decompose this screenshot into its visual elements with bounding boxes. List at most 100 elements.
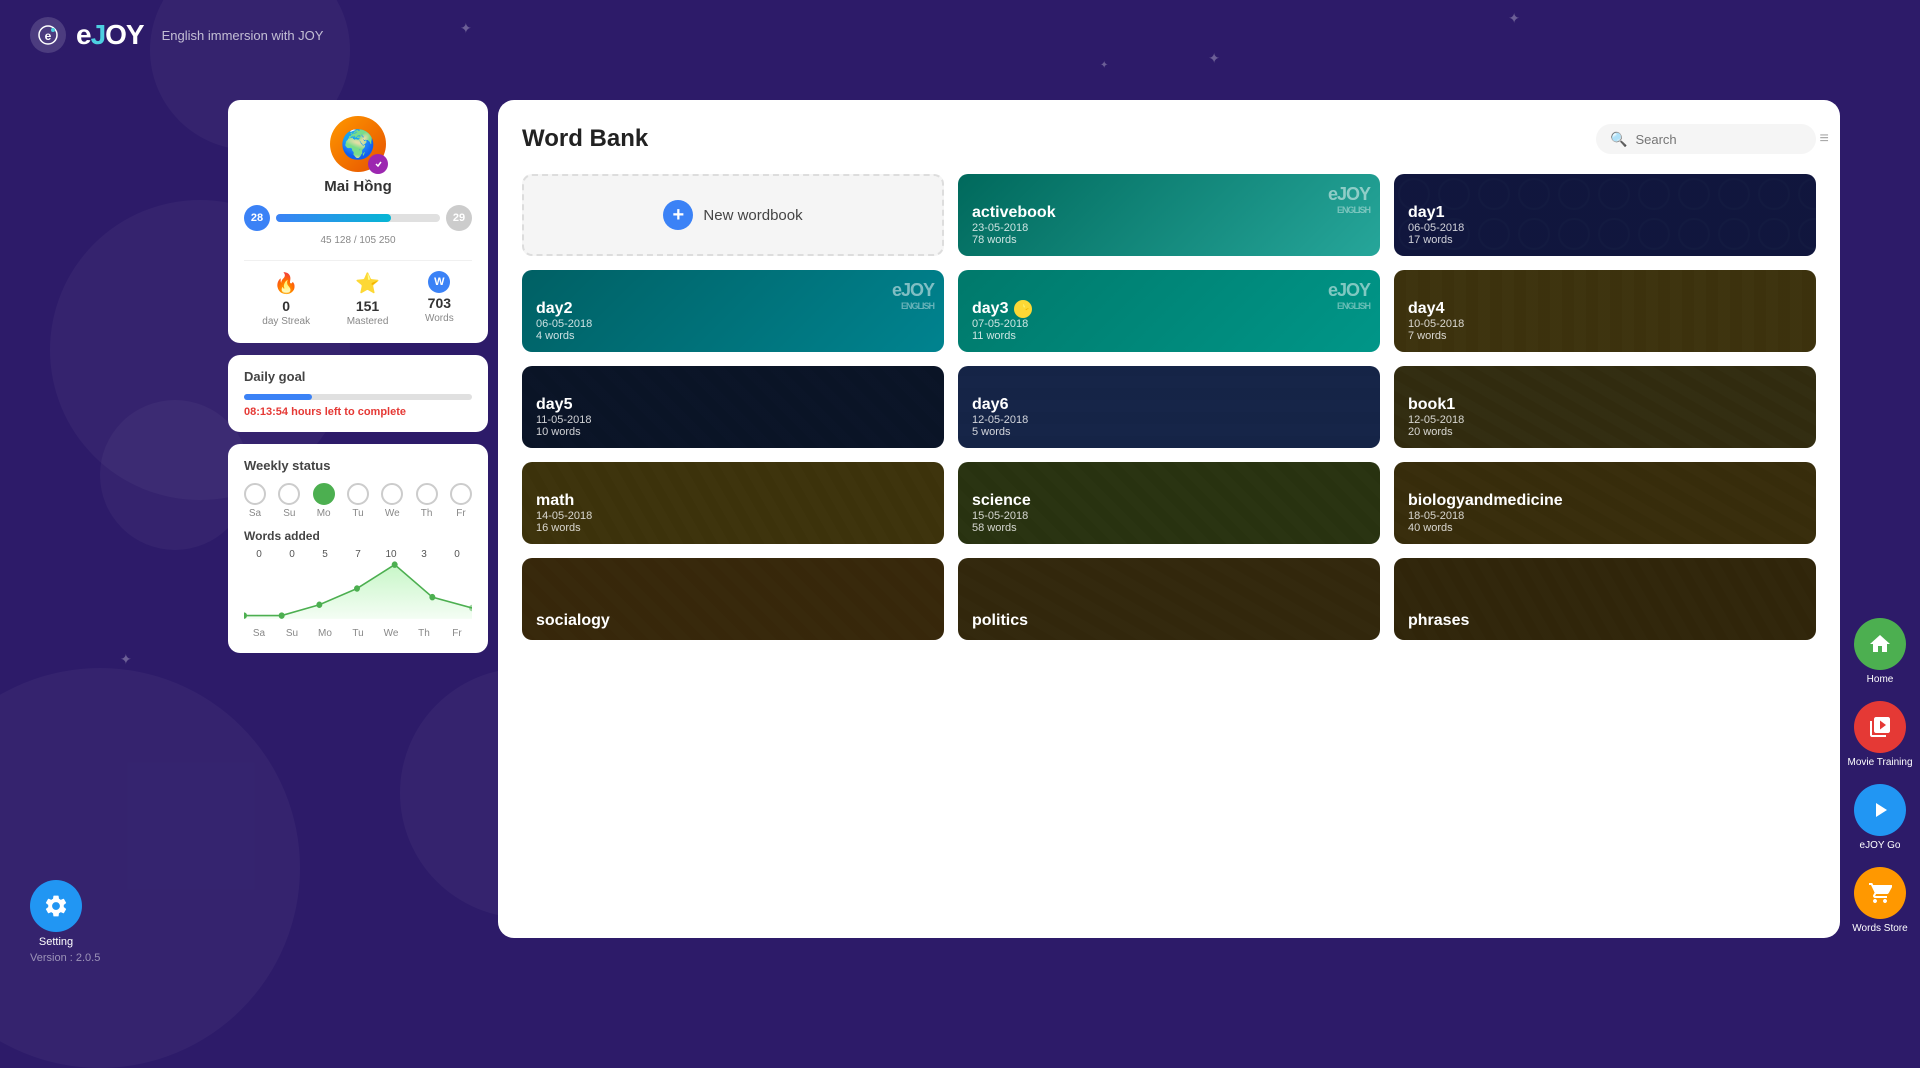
wordbook-biologyandmedicine[interactable]: biologyandmedicine 18-05-2018 40 words (1394, 462, 1816, 544)
level-current-badge: 28 (244, 205, 270, 231)
wordbook-science[interactable]: science 15-05-2018 58 words (958, 462, 1380, 544)
day-tu: Tu (347, 483, 369, 519)
wb-words-day5: 10 words (536, 426, 930, 438)
profile-card: 🌍 Mai Hồng 28 29 45 128 / 105 250 🔥 (228, 100, 488, 343)
wordbook-phrases[interactable]: phrases (1394, 558, 1816, 640)
circle-mo (313, 483, 335, 505)
nav-ejoy-go[interactable]: eJOY Go (1850, 780, 1910, 855)
wb-date-math: 14-05-2018 (536, 510, 930, 522)
wordbook-day1[interactable]: day1 06-05-2018 17 words (1394, 174, 1816, 256)
nav-home[interactable]: Home (1850, 614, 1910, 689)
day-su: Su (278, 483, 300, 519)
logo-tagline: English immersion with JOY (162, 28, 324, 43)
wb-words-math: 16 words (536, 522, 930, 534)
wb-date-activebook: 23-05-2018 (972, 222, 1366, 234)
wb-title-science: science (972, 492, 1366, 510)
avatar-container: 🌍 (330, 116, 386, 172)
wb-words-day3: 11 words (972, 330, 1366, 342)
daily-goal-card: Daily goal 08:13:54 hours left to comple… (228, 355, 488, 432)
wb-words-book1: 20 words (1408, 426, 1802, 438)
wordbook-grid: + New wordbook eJOYENGLISH activebook 23… (522, 174, 1816, 640)
daily-goal-title: Daily goal (244, 369, 472, 384)
wordbook-day4[interactable]: day4 10-05-2018 7 words (1394, 270, 1816, 352)
wordbook-math[interactable]: math 14-05-2018 16 words (522, 462, 944, 544)
nav-words-store[interactable]: Words Store (1848, 863, 1911, 938)
wb-title-phrases: phrases (1408, 612, 1802, 630)
wb-date-science: 15-05-2018 (972, 510, 1366, 522)
wb-title-day5: day5 (536, 396, 930, 414)
profile-name: Mai Hồng (324, 178, 392, 195)
wb-words-day4: 7 words (1408, 330, 1802, 342)
wb-content-day4: day4 10-05-2018 7 words (1394, 290, 1816, 352)
wordbook-socialogy[interactable]: socialogy (522, 558, 944, 640)
wb-content-phrases: phrases (1394, 602, 1816, 640)
wb-words-science: 58 words (972, 522, 1366, 534)
wordbook-activebook[interactable]: eJOYENGLISH activebook 23-05-2018 78 wor… (958, 174, 1380, 256)
mastered-stat: ⭐ 151 Mastered (347, 271, 389, 327)
version-text: Version : 2.0.5 (30, 952, 100, 964)
svg-text:e: e (45, 29, 52, 43)
wb-date-biologyandmedicine: 18-05-2018 (1408, 510, 1802, 522)
wb-content-activebook: activebook 23-05-2018 78 words (958, 194, 1380, 256)
logo-name: eJOY (76, 19, 144, 51)
menu-icon[interactable]: ≡ (1819, 130, 1828, 148)
wb-content-day1: day1 06-05-2018 17 words (1394, 194, 1816, 256)
mastered-number: 151 (356, 298, 379, 314)
wb-words-activebook: 78 words (972, 234, 1366, 246)
circle-sa (244, 483, 266, 505)
goal-time: 08:13:54 hours left to complete (244, 406, 472, 418)
goal-fill (244, 394, 312, 400)
day3-star-icon: ⭐ (1014, 300, 1032, 318)
words-store-label: Words Store (1852, 923, 1907, 934)
wb-title-activebook: activebook (972, 204, 1366, 222)
day-we: We (381, 483, 403, 519)
wb-date-day3: 07-05-2018 (972, 318, 1366, 330)
wordbook-day6[interactable]: day6 12-05-2018 5 words (958, 366, 1380, 448)
right-sidebar: Home Movie Training eJOY Go Words Store (1840, 0, 1920, 968)
wb-date-day4: 10-05-2018 (1408, 318, 1802, 330)
plus-icon: + (663, 200, 693, 230)
days-row: Sa Su Mo Tu We Th (244, 483, 472, 519)
goal-time-label: hours left to complete (291, 406, 406, 418)
circle-fr (450, 483, 472, 505)
stats-row: 🔥 0 day Streak ⭐ 151 Mastered W 703 Word… (244, 260, 472, 327)
wordbook-day5[interactable]: day5 11-05-2018 10 words (522, 366, 944, 448)
day-mo: Mo (313, 483, 335, 519)
chart-day-labels: Sa Su Mo Tu We Th Fr (244, 628, 472, 639)
wb-title-math: math (536, 492, 930, 510)
search-bar[interactable]: 🔍 ≡ (1596, 124, 1816, 154)
day-th: Th (416, 483, 438, 519)
wb-date-day2: 06-05-2018 (536, 318, 930, 330)
circle-tu (347, 483, 369, 505)
wb-title-day3: day3 (972, 300, 1008, 318)
wb-title-day4: day4 (1408, 300, 1802, 318)
wordbook-day2[interactable]: eJOYENGLISH day2 06-05-2018 4 words (522, 270, 944, 352)
xp-fill (276, 214, 391, 222)
goal-time-value: 08:13:54 (244, 406, 288, 418)
chart-container: 0 0 5 7 10 3 0 (244, 549, 472, 639)
new-wordbook-card[interactable]: + New wordbook (522, 174, 944, 256)
wordbook-book1[interactable]: book1 12-05-2018 20 words (1394, 366, 1816, 448)
search-input[interactable] (1635, 132, 1811, 147)
search-icon: 🔍 (1610, 131, 1627, 148)
weekly-status-title: Weekly status (244, 458, 472, 473)
wb-content-day5: day5 11-05-2018 10 words (522, 386, 944, 448)
wb-content-socialogy: socialogy (522, 602, 944, 640)
wordbook-day3[interactable]: eJOYENGLISH day3 ⭐ 07-05-2018 11 words (958, 270, 1380, 352)
xp-bar-container: 28 29 45 128 / 105 250 (244, 205, 472, 256)
wb-content-book1: book1 12-05-2018 20 words (1394, 386, 1816, 448)
setting-button[interactable]: Setting (30, 880, 82, 948)
wb-content-math: math 14-05-2018 16 words (522, 482, 944, 544)
wb-title-day2: day2 (536, 300, 930, 318)
wordbook-politics[interactable]: politics (958, 558, 1380, 640)
wb-title-day1: day1 (1408, 204, 1802, 222)
nav-movie-training[interactable]: Movie Training (1843, 697, 1916, 772)
new-wordbook-label: New wordbook (703, 207, 802, 224)
mastered-label: Mastered (347, 316, 389, 327)
wb-date-day5: 11-05-2018 (536, 414, 930, 426)
wb-date-book1: 12-05-2018 (1408, 414, 1802, 426)
streak-stat: 🔥 0 day Streak (262, 271, 310, 327)
day-fr: Fr (450, 483, 472, 519)
weekly-status-card: Weekly status Sa Su Mo Tu We (228, 444, 488, 653)
wb-title-politics: politics (972, 612, 1366, 630)
